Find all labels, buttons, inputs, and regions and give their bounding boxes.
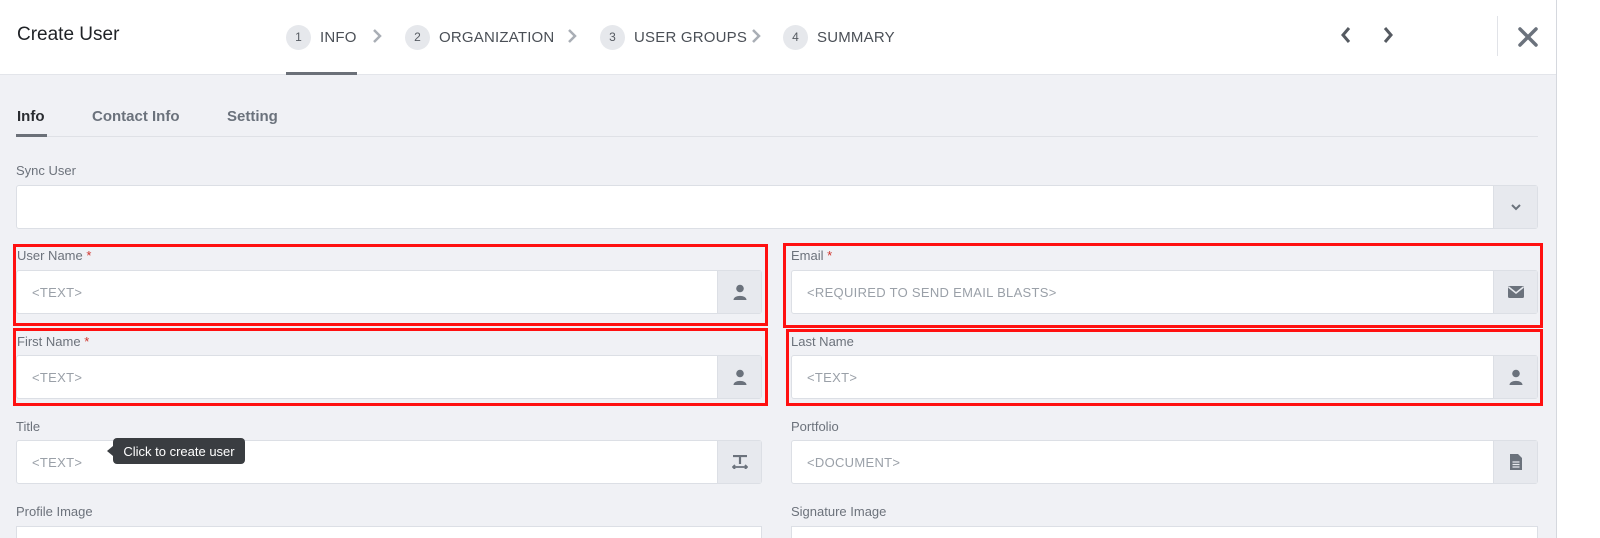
step-number: 1 — [286, 24, 311, 50]
step-organization[interactable]: 2 ORGANIZATION — [405, 23, 554, 51]
highlight-email — [783, 243, 1543, 328]
step-number: 4 — [783, 24, 808, 50]
modal-title: Create User — [17, 24, 120, 45]
title-addon — [717, 441, 761, 483]
header-divider — [1497, 16, 1498, 56]
close-icon — [1518, 27, 1538, 47]
highlight-first-name — [13, 328, 768, 406]
highlight-user-name — [13, 244, 768, 326]
sync-user-dropdown-toggle[interactable] — [1493, 186, 1537, 228]
portfolio-field[interactable]: <DOCUMENT> — [791, 440, 1538, 484]
tab-contact-info[interactable]: Contact Info — [92, 108, 180, 125]
step-label: USER GROUPS — [634, 28, 748, 46]
step-summary[interactable]: 4 SUMMARY — [783, 23, 895, 51]
signature-image-field[interactable] — [791, 526, 1538, 538]
step-info[interactable]: 1 INFO — [286, 23, 357, 51]
chevron-right-icon — [752, 29, 761, 43]
document-icon — [1509, 454, 1522, 470]
chevron-right-icon — [568, 29, 577, 43]
portfolio-placeholder: <DOCUMENT> — [807, 455, 901, 470]
active-tab-indicator — [16, 134, 47, 137]
active-step-indicator — [286, 72, 357, 75]
tooltip: Click to create user — [107, 438, 245, 464]
highlight-last-name — [786, 329, 1543, 406]
sync-user-label: Sync User — [16, 163, 76, 178]
step-number: 3 — [600, 24, 625, 50]
modal-header: Create User 1 INFO 2 ORGANIZATION 3 USER… — [0, 0, 1556, 75]
previous-step-button[interactable] — [1338, 25, 1354, 45]
chevron-right-icon — [1383, 27, 1393, 43]
step-label: INFO — [320, 28, 357, 46]
tab-info[interactable]: Info — [17, 108, 45, 125]
portfolio-addon[interactable] — [1493, 441, 1537, 483]
signature-image-label: Signature Image — [791, 504, 887, 519]
create-user-modal: Create User 1 INFO 2 ORGANIZATION 3 USER… — [0, 0, 1557, 538]
section-tabs: Info Contact Info Setting — [16, 108, 1538, 137]
chevron-down-icon — [1510, 204, 1521, 211]
title-label: Title — [16, 419, 41, 434]
next-step-button[interactable] — [1380, 25, 1396, 45]
tab-setting[interactable]: Setting — [227, 108, 278, 125]
profile-image-label: Profile Image — [16, 504, 93, 519]
portfolio-label: Portfolio — [791, 419, 839, 434]
step-user-groups[interactable]: 3 USER GROUPS — [600, 23, 747, 51]
chevron-right-icon — [373, 29, 382, 43]
step-number: 2 — [405, 24, 430, 50]
step-label: SUMMARY — [817, 28, 895, 46]
text-height-icon — [731, 455, 748, 469]
profile-image-field[interactable] — [16, 526, 762, 538]
step-label: ORGANIZATION — [439, 28, 555, 46]
chevron-left-icon — [1341, 27, 1351, 43]
title-placeholder: <TEXT> — [32, 455, 83, 470]
close-button[interactable] — [1516, 25, 1540, 49]
sync-user-select[interactable] — [16, 185, 1538, 229]
